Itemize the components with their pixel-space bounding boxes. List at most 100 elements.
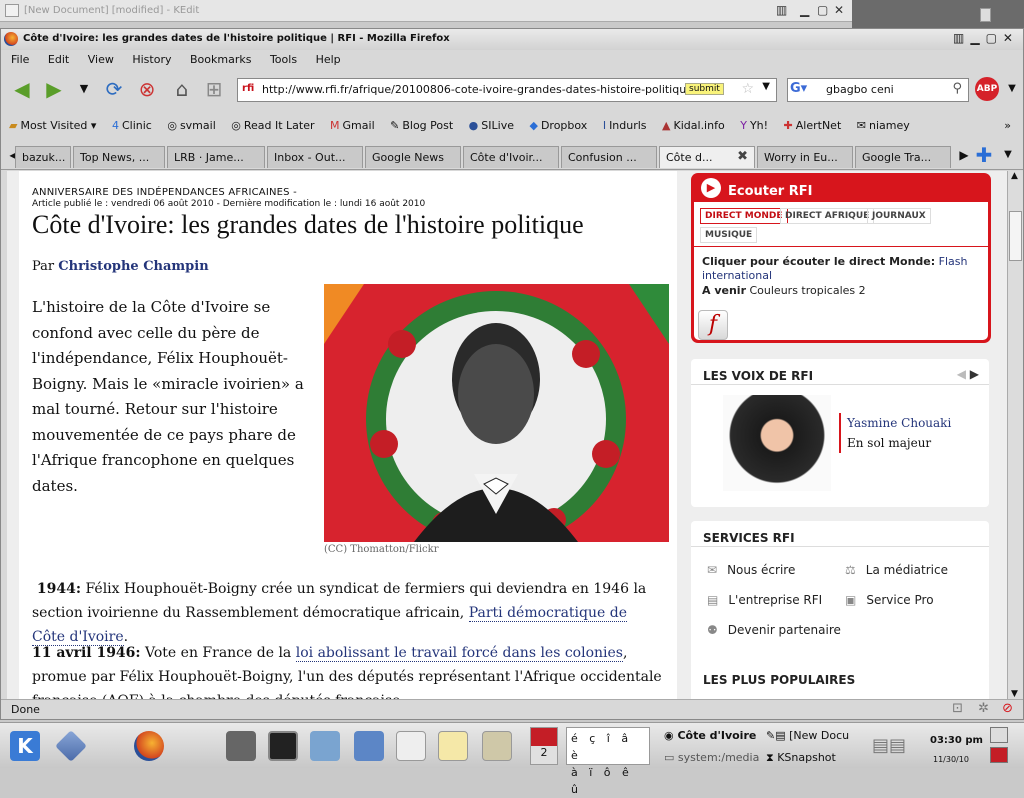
- tab-bazuk[interactable]: bazuk...: [15, 146, 71, 168]
- status-abp-icon[interactable]: ⊘: [1002, 701, 1013, 716]
- tab-cote-divoire-active[interactable]: Côte d... ✖: [659, 146, 755, 168]
- bookmark-gmail[interactable]: M Gmail: [330, 119, 375, 132]
- firefox-launcher-icon[interactable]: [134, 731, 164, 761]
- firefox-titlebar[interactable]: Côte d'Ivoire: les grandes dates de l'hi…: [1, 29, 1023, 50]
- clock-time[interactable]: 03:30 pm: [930, 735, 983, 746]
- tab-google-news[interactable]: Google News: [365, 146, 461, 168]
- chars-row-2[interactable]: à ï ô ê û: [571, 764, 645, 798]
- reload-icon[interactable]: ⟳: [101, 76, 127, 102]
- service-partenaire[interactable]: ⚉ Devenir partenaire: [707, 623, 841, 637]
- carousel-arrows-icon[interactable]: ◀ ▶: [957, 367, 979, 381]
- adblock-button[interactable]: ABP: [975, 77, 999, 101]
- bookmark-blog-post[interactable]: ✎ Blog Post: [390, 119, 453, 132]
- kedit-close-icon[interactable]: ✕: [834, 3, 844, 17]
- listen-live-line[interactable]: Cliquer pour écouter le direct Monde: Fl…: [702, 255, 972, 283]
- tab-lrb[interactable]: LRB · Jame...: [167, 146, 265, 168]
- flash-player-icon[interactable]: f: [698, 310, 728, 340]
- back-icon[interactable]: ◀: [9, 76, 35, 102]
- menu-history[interactable]: History: [132, 53, 171, 66]
- adblock-dropdown-icon[interactable]: ▼: [999, 76, 1024, 102]
- notes-icon[interactable]: [438, 731, 468, 761]
- submit-button[interactable]: submit: [685, 83, 724, 95]
- google-icon[interactable]: G▾: [790, 81, 822, 99]
- page-scrollbar[interactable]: ▲ ▼: [1007, 171, 1023, 699]
- bookmark-read-it-later[interactable]: ◎ Read It Later: [231, 119, 314, 132]
- service-pro[interactable]: ▣ Service Pro: [845, 593, 934, 607]
- tray-alert-icon[interactable]: [990, 747, 1008, 763]
- task-system-media[interactable]: ▭ system:/media: [664, 751, 759, 764]
- host-photo[interactable]: [723, 395, 831, 491]
- play-icon[interactable]: ▶: [701, 178, 721, 198]
- url-dropdown-icon[interactable]: ▼: [762, 81, 770, 92]
- menu-bookmarks[interactable]: Bookmarks: [190, 53, 251, 66]
- tray-icon[interactable]: [990, 727, 1008, 743]
- host-name[interactable]: Yasmine Chouaki: [847, 413, 951, 433]
- home-folder-icon[interactable]: [482, 731, 512, 761]
- search-icon[interactable]: ⚲: [952, 81, 962, 96]
- bookmark-svmail[interactable]: ◎ svmail: [167, 119, 215, 132]
- bookmark-star-icon[interactable]: ☆: [741, 81, 754, 97]
- history-dropdown-icon[interactable]: ▼: [71, 76, 97, 102]
- tab-google-translate[interactable]: Google Tra...: [855, 146, 951, 168]
- article-photo[interactable]: [324, 284, 669, 542]
- author-link[interactable]: Christophe Champin: [58, 259, 208, 274]
- service-mediatrice[interactable]: ⚖ La médiatrice: [845, 563, 948, 577]
- terminal-icon[interactable]: [268, 731, 298, 761]
- bookmark-kidal[interactable]: ▲ Kidal.info: [662, 119, 725, 132]
- tab-cote-divoire-1[interactable]: Côte d'Ivoir...: [463, 146, 559, 168]
- menu-tools[interactable]: Tools: [270, 53, 297, 66]
- bookmarks-overflow-icon[interactable]: »: [1004, 119, 1011, 132]
- service-entreprise[interactable]: ▤ L'entreprise RFI: [707, 593, 822, 607]
- tab-direct-monde[interactable]: DIRECT MONDE: [700, 208, 788, 224]
- clipboard-icon[interactable]: ▤▤: [872, 735, 906, 756]
- bookmark-clinic[interactable]: 4 Clinic: [112, 119, 152, 132]
- calculator-icon[interactable]: [226, 731, 256, 761]
- host-info[interactable]: Yasmine Chouaki En sol majeur: [839, 413, 951, 453]
- service-nous-ecrire[interactable]: ✉ Nous écrire: [707, 563, 795, 577]
- scroll-up-icon[interactable]: ▲: [1011, 171, 1018, 181]
- tab-inbox[interactable]: Inbox - Out...: [267, 146, 363, 168]
- new-tab-icon[interactable]: ✚: [971, 142, 997, 168]
- link-loi-travail-force[interactable]: loi abolissant le travail forcé dans les…: [295, 645, 623, 662]
- tab-top-news[interactable]: Top News, ...: [73, 146, 165, 168]
- url-input[interactable]: rfi http://www.rfi.fr/afrique/20100806-c…: [237, 78, 777, 102]
- home-icon[interactable]: ⌂: [169, 76, 195, 102]
- launcher-icon[interactable]: [55, 730, 87, 762]
- tab-confusion[interactable]: Confusion ...: [561, 146, 657, 168]
- bookmark-dropbox[interactable]: ◆ Dropbox: [529, 119, 587, 132]
- stop-icon[interactable]: ⊗: [134, 76, 160, 102]
- menu-file[interactable]: File: [11, 53, 29, 66]
- scroll-down-icon[interactable]: ▼: [1011, 689, 1018, 699]
- scroll-thumb[interactable]: [1009, 211, 1022, 261]
- task-kedit[interactable]: ✎▤ [New Docu: [766, 729, 849, 742]
- kedit-titlebar[interactable]: [New Document] [modified] - KEdit ▥ ▁ ▢ …: [0, 0, 852, 22]
- desktop-pager[interactable]: 2: [530, 727, 558, 765]
- tab-musique[interactable]: MUSIQUE: [700, 227, 758, 243]
- bookmark-alertnet[interactable]: ✚ AlertNet: [784, 119, 842, 132]
- editor-icon[interactable]: [354, 731, 384, 761]
- status-tools-icon[interactable]: ✲: [978, 701, 989, 716]
- kedit-minimize-icon[interactable]: ▁: [800, 3, 809, 17]
- tab-direct-afrique[interactable]: DIRECT AFRIQUE: [780, 208, 875, 224]
- kedit-maximize-icon[interactable]: ▢: [817, 3, 828, 17]
- task-ksnapshot[interactable]: ⧗ KSnapshot: [766, 751, 836, 765]
- document-icon[interactable]: [396, 731, 426, 761]
- tab-close-icon[interactable]: ✖: [737, 149, 748, 164]
- window-icon[interactable]: [980, 8, 991, 22]
- menu-view[interactable]: View: [88, 53, 114, 66]
- status-page-icon[interactable]: ⊡: [952, 701, 963, 716]
- window-controls[interactable]: ▥▁▢✕: [953, 31, 1019, 45]
- chars-row-1[interactable]: é ç î â è: [571, 730, 645, 764]
- tab-list-icon[interactable]: ▼: [995, 142, 1021, 168]
- forward-icon[interactable]: ▶: [41, 76, 67, 102]
- kde-menu-button[interactable]: K: [10, 731, 40, 761]
- kedit-shade-icon[interactable]: ▥: [776, 3, 787, 17]
- image-viewer-icon[interactable]: [310, 731, 340, 761]
- sitemap-icon[interactable]: ⊞: [201, 76, 227, 102]
- bookmark-silive[interactable]: ● SILive: [469, 119, 514, 132]
- task-firefox[interactable]: ◉ Côte d'Ivoire: [664, 729, 756, 742]
- menu-edit[interactable]: Edit: [48, 53, 69, 66]
- special-characters-applet[interactable]: é ç î â è à ï ô ê û: [566, 727, 650, 796]
- bookmark-indurls[interactable]: I Indurls: [603, 119, 647, 132]
- menu-help[interactable]: Help: [316, 53, 341, 66]
